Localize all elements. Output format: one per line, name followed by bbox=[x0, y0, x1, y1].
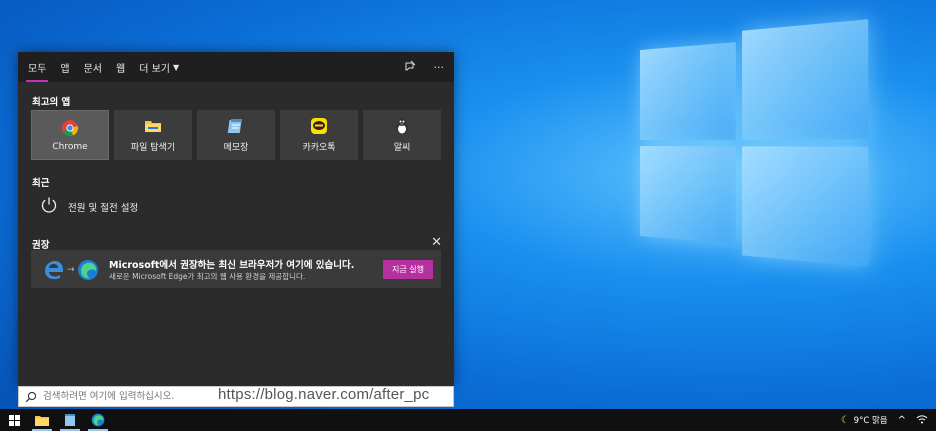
recommendation-title: Microsoft에서 권장하는 최신 브라우저가 여기에 있습니다. bbox=[109, 257, 354, 271]
wifi-icon[interactable] bbox=[916, 414, 928, 427]
caret-down-icon: ▼ bbox=[173, 63, 179, 72]
close-icon[interactable]: ✕ bbox=[431, 235, 442, 250]
app-tile-file-explorer[interactable]: 파일 탐색기 bbox=[114, 110, 192, 160]
app-label: 알씨 bbox=[394, 140, 411, 153]
tab-label: 더 보기 bbox=[139, 60, 170, 75]
tab-label: 문서 bbox=[84, 60, 102, 75]
top-apps-title: 최고의 앱 bbox=[32, 94, 70, 108]
app-tile-kakaotalk[interactable]: 카카오톡 bbox=[280, 110, 358, 160]
logo-pane bbox=[640, 146, 736, 244]
taskbar-notepad[interactable] bbox=[56, 409, 84, 431]
tab-label: 앱 bbox=[60, 60, 69, 75]
search-input[interactable] bbox=[41, 390, 225, 403]
chrome-icon bbox=[61, 119, 79, 137]
search-icon bbox=[25, 391, 37, 403]
launch-now-button[interactable]: 지금 실행 bbox=[383, 260, 433, 279]
logo-pane bbox=[640, 42, 736, 140]
old-edge-icon bbox=[43, 260, 65, 280]
top-apps-list: Chrome 파일 탐색기 메모장 카카오톡 알씨 bbox=[31, 110, 441, 160]
kakaotalk-icon bbox=[310, 117, 328, 135]
recommended-title: 권장 bbox=[32, 237, 49, 251]
app-tile-chrome[interactable]: Chrome bbox=[31, 110, 109, 160]
file-explorer-icon bbox=[144, 117, 162, 135]
start-button[interactable] bbox=[0, 409, 28, 431]
taskbar-edge[interactable] bbox=[84, 409, 112, 431]
logo-pane bbox=[742, 146, 868, 267]
tab-documents[interactable]: 문서 bbox=[84, 52, 102, 82]
new-edge-icon bbox=[77, 259, 99, 281]
weather-text: 9°C 맑음 bbox=[854, 414, 888, 426]
weather-widget[interactable]: ☾ 9°C 맑음 bbox=[841, 414, 888, 426]
recent-title: 최근 bbox=[32, 175, 49, 189]
recent-item-label: 전원 및 절전 설정 bbox=[68, 200, 138, 214]
windows-logo-wallpaper bbox=[640, 19, 868, 265]
power-icon bbox=[40, 196, 58, 218]
recommendation-description: 새로운 Microsoft Edge가 최고의 웹 사용 환경을 제공합니다. bbox=[109, 271, 305, 282]
tab-more[interactable]: 더 보기 ▼ bbox=[139, 52, 179, 82]
windows-start-icon bbox=[9, 415, 20, 426]
app-tile-alsee[interactable]: 알씨 bbox=[363, 110, 441, 160]
notepad-icon bbox=[64, 414, 76, 427]
moon-icon: ☾ bbox=[841, 415, 850, 426]
header-actions: ··· bbox=[404, 52, 445, 82]
edge-icon bbox=[91, 413, 105, 427]
notepad-icon bbox=[227, 117, 245, 135]
app-tile-notepad[interactable]: 메모장 bbox=[197, 110, 275, 160]
watermark-text: https://blog.naver.com/after_pc bbox=[218, 386, 429, 403]
app-label: 파일 탐색기 bbox=[131, 140, 175, 153]
recommendation-card[interactable]: → Microsoft에서 권장하는 최신 브라우저가 여기에 있습니다. 새로… bbox=[31, 250, 441, 288]
alsee-icon bbox=[393, 117, 411, 135]
system-tray: ☾ 9°C 맑음 ^ bbox=[841, 409, 928, 431]
file-explorer-icon bbox=[35, 414, 49, 426]
search-tabs: 모두 앱 문서 웹 더 보기 ▼ ··· bbox=[18, 52, 454, 82]
app-label: 카카오톡 bbox=[302, 140, 335, 153]
edge-upgrade-graphic: → bbox=[43, 259, 99, 281]
taskbar: ☾ 9°C 맑음 ^ bbox=[0, 409, 936, 431]
show-hidden-icons-chevron[interactable]: ^ bbox=[898, 415, 906, 426]
recent-item-power-settings[interactable]: 전원 및 절전 설정 bbox=[40, 197, 138, 217]
arrow-right-icon: → bbox=[67, 265, 75, 275]
app-label: Chrome bbox=[52, 142, 87, 152]
tab-label: 모두 bbox=[28, 60, 46, 75]
more-options-icon[interactable]: ··· bbox=[434, 61, 445, 74]
search-panel: 모두 앱 문서 웹 더 보기 ▼ ··· 최고의 앱 Chrome 파일 탐색기… bbox=[18, 52, 454, 386]
feedback-icon[interactable] bbox=[404, 60, 416, 75]
tab-all[interactable]: 모두 bbox=[28, 52, 46, 82]
logo-pane bbox=[742, 19, 868, 140]
taskbar-file-explorer[interactable] bbox=[28, 409, 56, 431]
tab-apps[interactable]: 앱 bbox=[60, 52, 69, 82]
tab-web[interactable]: 웹 bbox=[116, 52, 125, 82]
tab-label: 웹 bbox=[116, 60, 125, 75]
app-label: 메모장 bbox=[224, 140, 249, 153]
